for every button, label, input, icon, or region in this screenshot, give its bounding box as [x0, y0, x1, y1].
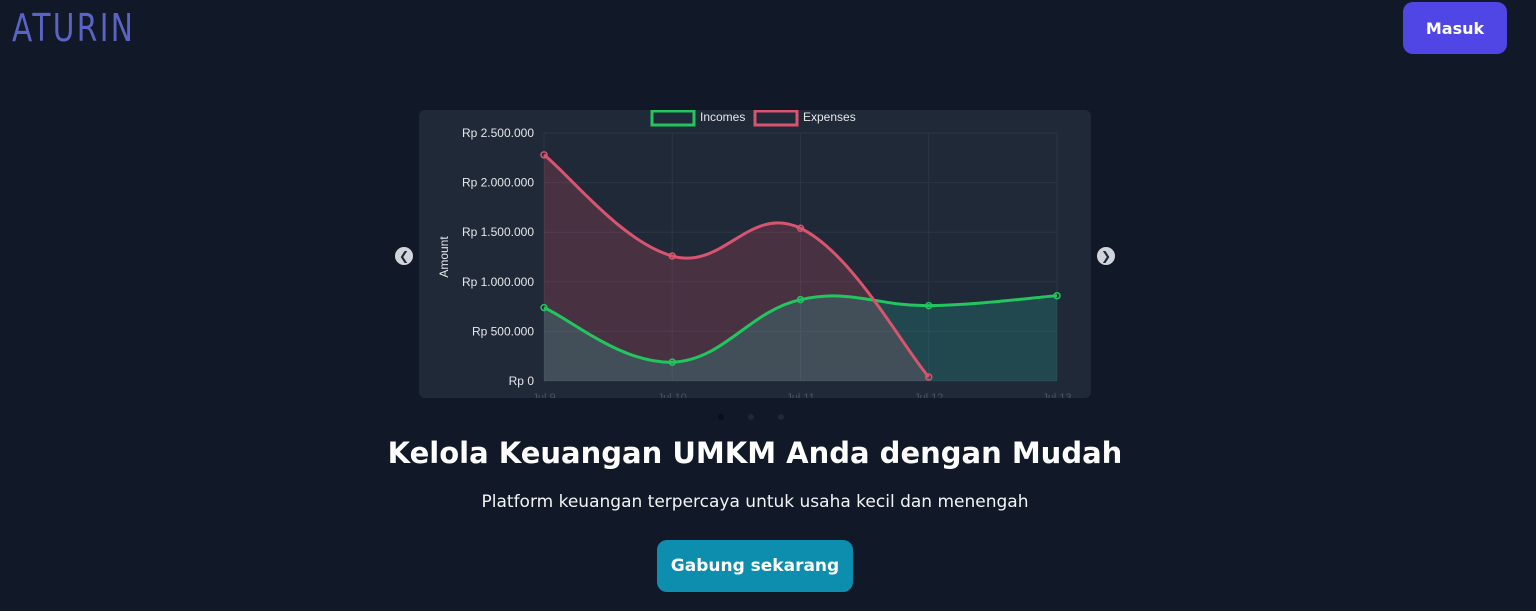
login-button[interactable]: Masuk [1403, 2, 1507, 54]
hero-subtitle: Platform keuangan terpercaya untuk usaha… [481, 492, 1029, 512]
legend-label: Incomes [700, 110, 745, 124]
x-tick-label: Jul 12 [914, 392, 943, 398]
chevron-left-icon: ❮ [398, 249, 410, 263]
legend-label: Expenses [803, 110, 856, 124]
chart-carousel: Rp 0 Rp 500.000 Rp 1.000.000 Rp 1.500.000 Rp… [419, 110, 1091, 398]
join-now-button[interactable]: Gabung sekarang [657, 540, 853, 592]
carousel-next-button[interactable]: ❯ [1097, 247, 1115, 265]
hero-title: Kelola Keuangan UMKM Anda dengan Mudah [387, 436, 1123, 470]
legend-swatch [650, 110, 696, 127]
y-tick-label: Rp 0 [509, 374, 535, 388]
chevron-right-icon: ❯ [1100, 249, 1112, 263]
logo: ATURIN [12, 6, 136, 50]
y-tick-label: Rp 2.000.000 [462, 176, 534, 190]
x-tick-label: Jul 9 [532, 392, 555, 398]
legend-swatch [753, 110, 799, 127]
carousel-dots [718, 414, 784, 420]
carousel-prev-button[interactable]: ❮ [395, 247, 413, 265]
y-tick-label: Rp 1.500.000 [462, 225, 534, 239]
carousel-dot-2[interactable] [748, 414, 754, 420]
y-tick-label: Rp 500.000 [472, 324, 534, 338]
y-axis-label: Amount [437, 236, 451, 278]
x-tick-label: Jul 10 [658, 392, 687, 398]
carousel-dot-1[interactable] [718, 414, 724, 420]
carousel-dot-3[interactable] [778, 414, 784, 420]
x-tick-label: Jul 11 [786, 392, 815, 398]
y-tick-label: Rp 1.000.000 [462, 275, 534, 289]
finance-line-chart: Rp 0 Rp 500.000 Rp 1.000.000 Rp 1.500.000 Rp… [437, 110, 1072, 398]
y-tick-label: Rp 2.500.000 [462, 126, 534, 140]
x-tick-label: Jul 13 [1042, 392, 1071, 398]
